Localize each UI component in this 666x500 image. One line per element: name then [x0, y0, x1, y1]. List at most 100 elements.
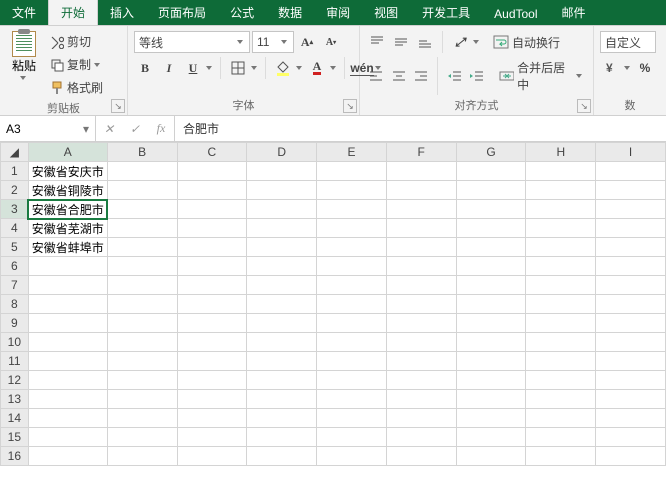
cell[interactable] [28, 352, 107, 371]
cell[interactable] [526, 352, 596, 371]
cell[interactable] [107, 181, 177, 200]
cell[interactable] [177, 447, 247, 466]
cell[interactable] [177, 276, 247, 295]
cell[interactable] [107, 257, 177, 276]
cell[interactable] [28, 409, 107, 428]
cell[interactable] [247, 333, 317, 352]
cut-button[interactable]: 剪切 [46, 31, 107, 52]
cell[interactable] [386, 276, 456, 295]
row-header[interactable]: 8 [1, 295, 29, 314]
cell[interactable] [386, 295, 456, 314]
cell[interactable] [456, 333, 526, 352]
cell[interactable] [526, 371, 596, 390]
copy-button[interactable]: 复制 [46, 54, 107, 75]
cell[interactable] [456, 371, 526, 390]
cell[interactable] [456, 162, 526, 181]
cell[interactable] [596, 352, 666, 371]
font-color-button[interactable]: A [306, 57, 328, 79]
italic-button[interactable]: I [158, 57, 180, 79]
tab-audtool[interactable]: AudTool [482, 2, 549, 25]
cell[interactable] [177, 219, 247, 238]
cell[interactable] [456, 276, 526, 295]
column-header[interactable]: B [107, 143, 177, 162]
increase-indent-button[interactable] [467, 65, 487, 87]
cell[interactable] [317, 238, 387, 257]
cell[interactable] [386, 314, 456, 333]
cell[interactable] [177, 314, 247, 333]
cell[interactable] [386, 181, 456, 200]
cell[interactable] [596, 428, 666, 447]
cell[interactable] [526, 333, 596, 352]
cell[interactable] [247, 276, 317, 295]
cell[interactable] [317, 371, 387, 390]
row-header[interactable]: 16 [1, 447, 29, 466]
cell[interactable] [247, 162, 317, 181]
cell[interactable] [596, 390, 666, 409]
row-header[interactable]: 13 [1, 390, 29, 409]
select-all-corner[interactable]: ◢ [1, 143, 29, 162]
name-box[interactable]: A3 ▾ [0, 116, 96, 141]
cell[interactable] [456, 352, 526, 371]
cancel-formula-button[interactable]: ✕ [96, 116, 122, 141]
alignment-launcher[interactable]: ↘ [577, 99, 591, 113]
tab-file[interactable]: 文件 [0, 0, 48, 25]
cell[interactable] [247, 219, 317, 238]
row-header[interactable]: 11 [1, 352, 29, 371]
cell[interactable] [107, 295, 177, 314]
confirm-formula-button[interactable]: ✓ [122, 116, 148, 141]
cell[interactable] [386, 390, 456, 409]
cell[interactable] [317, 390, 387, 409]
cell[interactable] [177, 428, 247, 447]
tab-review[interactable]: 审阅 [314, 0, 362, 25]
cell[interactable] [107, 162, 177, 181]
cell[interactable] [28, 390, 107, 409]
number-format-combo[interactable]: 自定义 [600, 31, 656, 53]
cell[interactable]: 安徽省蚌埠市 [28, 238, 107, 257]
cell[interactable] [317, 447, 387, 466]
cell[interactable] [526, 409, 596, 428]
cell[interactable] [317, 352, 387, 371]
accounting-format-button[interactable]: ¥ [600, 57, 622, 79]
insert-function-button[interactable]: fx [148, 116, 174, 141]
cell[interactable] [107, 371, 177, 390]
cell[interactable] [456, 181, 526, 200]
merge-center-button[interactable]: 合并后居中 [495, 57, 587, 95]
cell[interactable] [317, 257, 387, 276]
cell[interactable] [526, 295, 596, 314]
cell[interactable]: 安徽省芜湖市 [28, 219, 107, 238]
formula-input[interactable]: 合肥市 [175, 116, 666, 141]
cell[interactable] [177, 409, 247, 428]
align-right-button[interactable] [411, 65, 431, 87]
cell[interactable] [526, 276, 596, 295]
cell[interactable] [177, 333, 247, 352]
row-header[interactable]: 5 [1, 238, 29, 257]
cell[interactable] [386, 333, 456, 352]
cell[interactable] [247, 257, 317, 276]
row-header[interactable]: 7 [1, 276, 29, 295]
tab-insert[interactable]: 插入 [98, 0, 146, 25]
cell[interactable] [456, 238, 526, 257]
bold-button[interactable]: B [134, 57, 156, 79]
cell[interactable] [28, 314, 107, 333]
cell[interactable] [247, 238, 317, 257]
tab-developer[interactable]: 开发工具 [410, 0, 482, 25]
cell[interactable] [107, 428, 177, 447]
borders-button[interactable] [227, 57, 249, 79]
cell[interactable] [456, 409, 526, 428]
cell[interactable] [317, 314, 387, 333]
cell[interactable] [386, 219, 456, 238]
grid-area[interactable]: ◢ ABCDEFGHI 1安徽省安庆市2安徽省铜陵市3安徽省合肥市4安徽省芜湖市… [0, 142, 666, 500]
cell[interactable] [177, 295, 247, 314]
cell[interactable] [28, 333, 107, 352]
paste-button[interactable]: 粘贴 [6, 29, 42, 82]
orientation-button[interactable]: ⤢ [449, 31, 471, 53]
cell[interactable] [247, 200, 317, 219]
align-center-button[interactable] [388, 65, 408, 87]
cell[interactable] [177, 200, 247, 219]
cell[interactable] [177, 162, 247, 181]
cell[interactable] [177, 238, 247, 257]
cell[interactable] [317, 276, 387, 295]
cell[interactable] [526, 200, 596, 219]
cell[interactable] [526, 181, 596, 200]
cell[interactable] [317, 409, 387, 428]
